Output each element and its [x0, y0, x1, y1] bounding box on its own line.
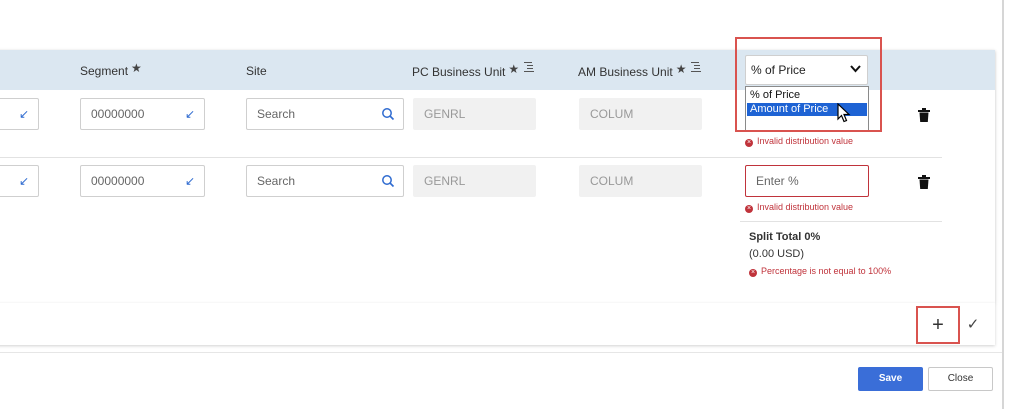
- site-header-label: Site: [246, 64, 267, 78]
- pc-business-unit-field: GENRL: [413, 165, 536, 197]
- split-total-amount: (0.00 USD): [749, 248, 805, 260]
- hierarchy-icon[interactable]: [689, 61, 702, 73]
- search-icon[interactable]: [381, 107, 395, 121]
- error-icon: ×: [749, 269, 757, 277]
- previous-segment-field[interactable]: ↙: [0, 165, 39, 197]
- previous-segment-field[interactable]: ↙: [0, 98, 39, 130]
- pc-business-unit-value: GENRL: [424, 107, 466, 121]
- lookup-arrow-icon[interactable]: ↙: [19, 166, 29, 196]
- column-header-pc-business-unit: PC Business Unit ★: [412, 61, 535, 79]
- am-business-unit-field: COLUM: [579, 98, 702, 130]
- segment-value: 00000000: [91, 107, 145, 121]
- modal-edge: [1002, 0, 1004, 409]
- footer-divider: [0, 352, 1002, 353]
- pc-business-unit-header-label: PC Business Unit: [412, 65, 506, 79]
- pc-business-unit-value: GENRL: [424, 174, 466, 188]
- required-star-icon: ★: [508, 62, 520, 76]
- site-search-placeholder: Search: [257, 107, 296, 121]
- trash-icon[interactable]: [918, 175, 930, 189]
- card-footer: [0, 303, 995, 345]
- split-divider: [740, 221, 942, 222]
- am-business-unit-value: COLUM: [590, 174, 634, 188]
- segment-field[interactable]: 00000000 ↙: [80, 165, 205, 197]
- distribution-value-placeholder: Enter %: [756, 174, 799, 188]
- search-icon[interactable]: [381, 174, 395, 188]
- distribution-error-message: × Invalid distribution value: [745, 136, 853, 147]
- trash-icon[interactable]: [918, 108, 930, 122]
- am-business-unit-header-label: AM Business Unit: [578, 65, 673, 79]
- column-header-am-business-unit: AM Business Unit ★: [578, 61, 702, 79]
- close-button[interactable]: Close: [928, 367, 993, 391]
- site-search-input[interactable]: Search: [246, 98, 404, 130]
- lookup-arrow-icon[interactable]: ↙: [185, 166, 195, 196]
- am-business-unit-field: COLUM: [579, 165, 702, 197]
- highlight-box: [916, 306, 960, 344]
- required-star-icon: ★: [131, 61, 142, 75]
- distribution-error-message: × Invalid distribution value: [745, 202, 853, 213]
- split-error-message: × Percentage is not equal to 100%: [749, 266, 891, 277]
- am-business-unit-value: COLUM: [590, 107, 634, 121]
- hierarchy-icon[interactable]: [522, 61, 535, 73]
- error-text: Invalid distribution value: [757, 202, 854, 212]
- error-icon: ×: [745, 139, 753, 147]
- pc-business-unit-field: GENRL: [413, 98, 536, 130]
- site-search-input[interactable]: Search: [246, 165, 404, 197]
- save-button[interactable]: Save: [858, 367, 923, 391]
- distribution-value-input[interactable]: Enter %: [745, 165, 869, 197]
- segment-header-label: Segment: [80, 64, 129, 78]
- segment-field[interactable]: 00000000 ↙: [80, 98, 205, 130]
- segment-value: 00000000: [91, 174, 145, 188]
- column-header-site: Site: [246, 64, 267, 78]
- check-icon: ✓: [966, 316, 980, 333]
- highlight-box: [735, 37, 882, 132]
- row-divider: [0, 157, 942, 158]
- split-error-text: Percentage is not equal to 100%: [761, 266, 892, 276]
- error-text: Invalid distribution value: [757, 136, 854, 146]
- required-star-icon: ★: [675, 62, 687, 76]
- column-header-segment: Segment ★: [80, 61, 142, 78]
- site-search-placeholder: Search: [257, 174, 296, 188]
- split-total-title: Split Total 0%: [749, 231, 821, 243]
- lookup-arrow-icon[interactable]: ↙: [185, 99, 195, 129]
- error-icon: ×: [745, 205, 753, 213]
- confirm-button[interactable]: ✓: [962, 312, 984, 338]
- lookup-arrow-icon[interactable]: ↙: [19, 99, 29, 129]
